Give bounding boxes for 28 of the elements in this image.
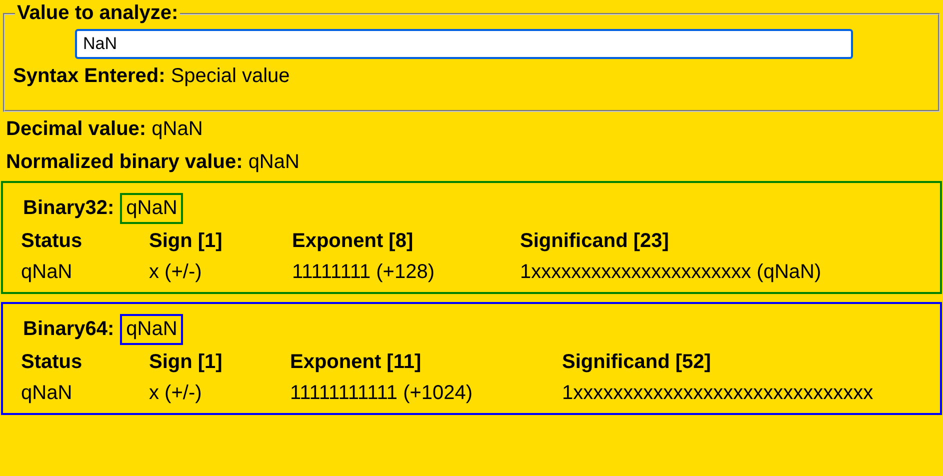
table-cell-text: x (+/-) xyxy=(149,382,203,405)
result-value: qNaN xyxy=(248,151,300,173)
table-cell-text: qNaN xyxy=(21,382,74,405)
result-value: qNaN xyxy=(152,118,203,140)
column-header: Status xyxy=(21,230,84,253)
column-header: Sign [1] xyxy=(149,351,224,374)
format-name: Binary32: xyxy=(23,197,114,220)
column-header: Exponent [8] xyxy=(292,230,414,253)
column-header: Exponent [11] xyxy=(290,351,422,374)
panel-legend: Value to analyze: xyxy=(15,2,180,25)
syntax-label: Syntax Entered: xyxy=(13,65,166,87)
column-header: Significand [23] xyxy=(520,230,670,253)
value-input-field[interactable]: NaN xyxy=(75,29,853,59)
table-cell-text: 11111111111 (+1024) xyxy=(290,382,474,405)
table-cell-text: qNaN xyxy=(21,261,74,284)
format-name: Binary64: xyxy=(23,318,114,341)
table-cell-text: 1xxxxxxxxxxxxxxxxxxxxxx (qNaN) xyxy=(520,261,822,284)
table-cell-text: 11111111 (+128) xyxy=(292,261,436,284)
result-label: Decimal value: xyxy=(6,118,146,140)
table-cell-text: 1xxxxxxxxxxxxxxxxxxxxxxxxxxxxxx xyxy=(562,382,874,405)
format-value: qNaN xyxy=(120,193,184,224)
column-header: Significand [52] xyxy=(562,351,712,374)
table-cell-text: x (+/-) xyxy=(149,261,203,284)
column-header: Status xyxy=(21,351,84,374)
syntax-value: Special value xyxy=(170,65,290,87)
result-label: Normalized binary value: xyxy=(6,151,243,173)
column-header: Sign [1] xyxy=(149,230,224,253)
format-value: qNaN xyxy=(120,314,184,345)
